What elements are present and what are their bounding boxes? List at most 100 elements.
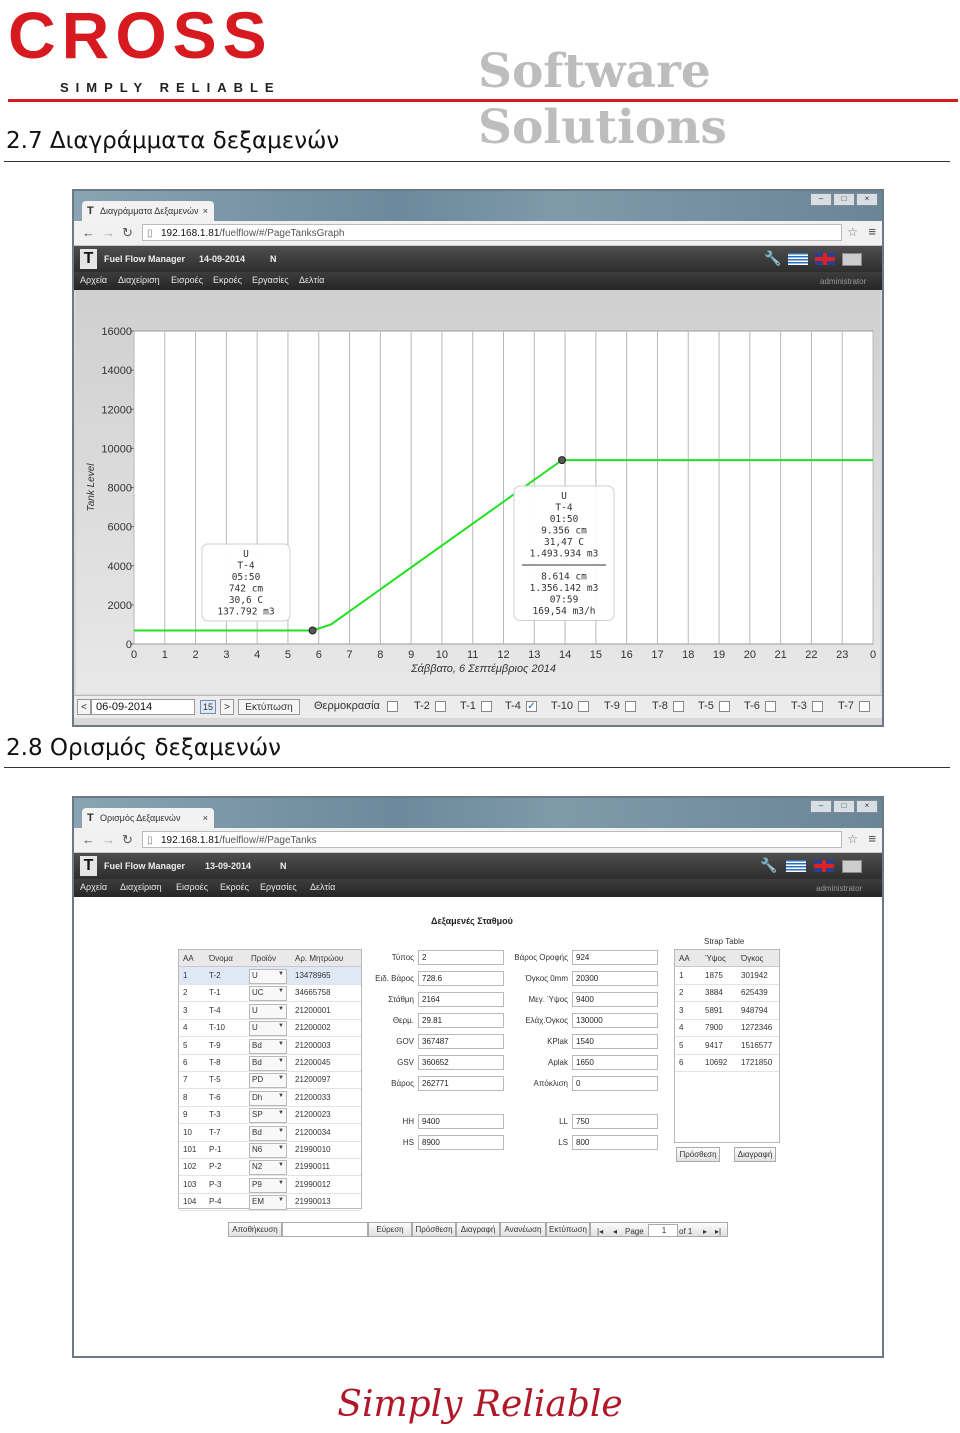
col-header-aa[interactable]: ΑΑ: [679, 954, 690, 963]
back-icon[interactable]: ←: [82, 832, 95, 847]
menu-item-files[interactable]: Αρχεία: [80, 275, 107, 285]
field-input[interactable]: 2164: [418, 992, 504, 1007]
menu-item-jobs[interactable]: Εργασίες: [252, 275, 289, 285]
table-row[interactable]: 3 T-4 U ▼ 21200001: [179, 1002, 361, 1020]
next-day-button[interactable]: >: [220, 699, 234, 715]
tank-checkbox-t-8[interactable]: [673, 701, 684, 712]
date-input[interactable]: 06-09-2014: [91, 699, 195, 715]
col-header-register[interactable]: Αρ. Μητρώου: [295, 954, 343, 963]
field-input[interactable]: 130000: [572, 1013, 658, 1028]
product-select[interactable]: P9 ▼: [249, 1177, 287, 1193]
menu-item-management[interactable]: Διαχείριση: [120, 882, 162, 892]
table-row[interactable]: 3 5891 948794: [675, 1002, 779, 1020]
table-row[interactable]: 10 T-7 Bd ▼ 21200034: [179, 1124, 361, 1142]
product-select[interactable]: U ▼: [249, 969, 287, 984]
field-input[interactable]: 8900: [418, 1135, 504, 1150]
table-row[interactable]: 104 P-4 EM ▼ 21990013: [179, 1193, 361, 1212]
back-icon[interactable]: ←: [82, 225, 95, 240]
close-window-icon[interactable]: ×: [856, 193, 878, 206]
field-input[interactable]: 1540: [572, 1034, 658, 1049]
maximize-icon[interactable]: □: [833, 193, 855, 206]
reload-icon[interactable]: ↻: [122, 225, 133, 241]
delete-button[interactable]: Διαγραφή: [456, 1222, 500, 1237]
tab-close-icon[interactable]: ×: [203, 201, 208, 221]
forward-icon[interactable]: →: [102, 225, 115, 240]
keyboard-icon[interactable]: [842, 253, 862, 266]
tank-checkbox-t-4[interactable]: ✓: [526, 701, 537, 712]
maximize-icon[interactable]: □: [833, 800, 855, 813]
wrench-icon[interactable]: 🔧: [760, 857, 777, 874]
table-row[interactable]: 102 P-2 N2 ▼ 21990011: [179, 1158, 361, 1177]
tank-checkbox-t-2[interactable]: [435, 701, 446, 712]
tank-checkbox-t-9[interactable]: [625, 701, 636, 712]
last-page-icon[interactable]: ▸|: [715, 1225, 721, 1238]
col-header-aa[interactable]: ΑΑ: [183, 954, 194, 963]
first-page-icon[interactable]: |◂: [597, 1225, 603, 1238]
field-input[interactable]: 800: [572, 1135, 658, 1150]
search-input[interactable]: [282, 1222, 368, 1237]
menu-item-inflows[interactable]: Εισροές: [171, 275, 203, 285]
col-header-height[interactable]: Ύψος: [705, 954, 726, 963]
url-field[interactable]: ▯ 192.168.1.81/fuelflow/#/PageTanks: [142, 831, 842, 848]
field-input[interactable]: 2: [418, 950, 504, 965]
url-field[interactable]: ▯ 192.168.1.81/fuelflow/#/PageTanksGraph: [142, 224, 842, 241]
product-select[interactable]: Bd ▼: [249, 1038, 287, 1054]
table-row[interactable]: 9 T-3 SP ▼ 21200023: [179, 1106, 361, 1125]
strap-delete-button[interactable]: Διαγραφή: [734, 1147, 776, 1162]
table-row[interactable]: 1 1875 301942: [675, 967, 779, 985]
menu-item-reports[interactable]: Δελτία: [310, 882, 335, 892]
tank-checkbox-t-3[interactable]: [812, 701, 823, 712]
print-button[interactable]: Εκτύπωση: [238, 699, 300, 715]
minimize-icon[interactable]: –: [810, 800, 832, 813]
greek-flag-icon[interactable]: [788, 253, 808, 265]
field-input[interactable]: 750: [572, 1114, 658, 1129]
col-header-name[interactable]: Όνομα: [209, 954, 233, 963]
prev-page-icon[interactable]: ◂: [613, 1225, 617, 1238]
add-button[interactable]: Πρόσθεση: [412, 1222, 456, 1237]
menu-item-files[interactable]: Αρχεία: [80, 882, 107, 892]
product-select[interactable]: U ▼: [249, 1003, 287, 1019]
table-row[interactable]: 2 T-1 UC ▼ 34665758: [179, 984, 361, 1003]
tank-checkbox-t-6[interactable]: [765, 701, 776, 712]
browser-menu-icon[interactable]: ≡: [868, 224, 876, 239]
table-row[interactable]: 4 T-10 U ▼ 21200002: [179, 1019, 361, 1038]
tank-checkbox-t-10[interactable]: [578, 701, 589, 712]
wrench-icon[interactable]: 🔧: [764, 250, 781, 267]
product-select[interactable]: UC ▼: [249, 986, 287, 1002]
uk-flag-icon[interactable]: [814, 860, 834, 872]
table-row[interactable]: 7 T-5 PD ▼ 21200097: [179, 1071, 361, 1090]
field-input[interactable]: 360652: [418, 1055, 504, 1070]
table-row[interactable]: 6 T-8 Bd ▼ 21200045: [179, 1054, 361, 1072]
next-page-icon[interactable]: ▸: [703, 1225, 707, 1238]
keyboard-icon[interactable]: [842, 860, 862, 873]
menu-item-jobs[interactable]: Εργασίες: [260, 882, 297, 892]
field-input[interactable]: 924: [572, 950, 658, 965]
menu-item-management[interactable]: Διαχείριση: [118, 275, 160, 285]
product-select[interactable]: Bd ▼: [249, 1125, 287, 1141]
calendar-icon[interactable]: 15: [200, 700, 216, 714]
field-input[interactable]: 20300: [572, 971, 658, 986]
strap-add-button[interactable]: Πρόσθεση: [676, 1147, 720, 1162]
temperature-checkbox[interactable]: [387, 701, 398, 712]
product-select[interactable]: PD ▼: [249, 1073, 287, 1089]
reload-icon[interactable]: ↻: [122, 832, 133, 848]
uk-flag-icon[interactable]: [815, 253, 835, 265]
table-row[interactable]: 2 3884 625439: [675, 984, 779, 1003]
minimize-icon[interactable]: –: [810, 193, 832, 206]
field-input[interactable]: 728.6: [418, 971, 504, 986]
field-input[interactable]: 0: [572, 1076, 658, 1091]
product-select[interactable]: Bd ▼: [249, 1056, 287, 1071]
field-input[interactable]: 9400: [418, 1114, 504, 1129]
product-select[interactable]: EM ▼: [249, 1195, 287, 1211]
tank-checkbox-t-5[interactable]: [719, 701, 730, 712]
close-window-icon[interactable]: ×: [856, 800, 878, 813]
field-input[interactable]: 262771: [418, 1076, 504, 1091]
table-row[interactable]: 1 T-2 U ▼ 13478965: [179, 967, 361, 985]
save-button[interactable]: Αποθήκευση: [228, 1222, 282, 1237]
product-select[interactable]: Dh ▼: [249, 1090, 287, 1106]
col-header-product[interactable]: Προϊόν: [251, 954, 276, 963]
browser-menu-icon[interactable]: ≡: [868, 831, 876, 846]
field-input[interactable]: 29.81: [418, 1013, 504, 1028]
table-row[interactable]: 6 10692 1721850: [675, 1054, 779, 1072]
browser-tab[interactable]: T Ορισμός Δεξαμενών ×: [82, 808, 214, 828]
